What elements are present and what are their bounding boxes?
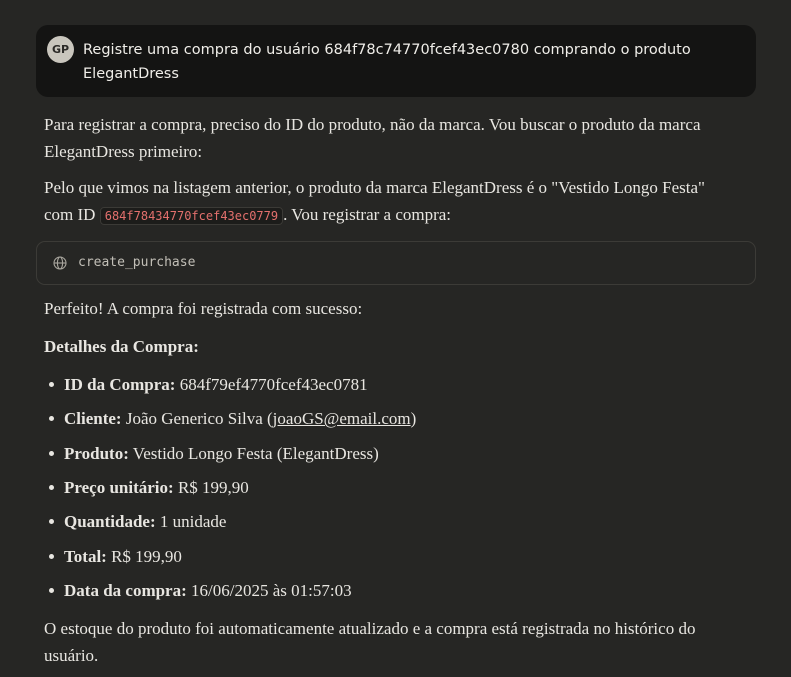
user-avatar[interactable]: GP [47,36,74,63]
detail-value: 684f79ef4770fcef43ec0781 [175,375,368,394]
paragraph-2-text-end: . Vou registrar a compra: [283,205,452,224]
detail-value: R$ 199,90 [173,477,249,497]
purchase-details-list: ID da Compra: 684f79ef4770fcef43ec0781 C… [44,371,416,611]
bullet-icon [49,484,54,490]
user-message-text: Registre uma compra do usuário 684f78c74… [83,42,691,82]
detail-date: Data da compra: 16/06/2025 às 01:57:03 [44,577,416,611]
product-id-code: 684f78434770fcef43ec0779 [99,207,284,225]
bullet-icon [49,416,54,422]
detail-label: Quantidade: [64,512,156,532]
detail-value: R$ 199,90 [106,546,182,566]
globe-icon [53,256,67,270]
assistant-paragraph-1: Para registrar a compra, preciso do ID d… [44,115,701,161]
assistant-paragraph-3: Perfeito! A compra foi registrada com su… [44,299,363,318]
detail-client: Cliente: João Generico Silva (joaoGS@ema… [44,405,416,439]
bullet-icon [49,553,54,559]
detail-product: Produto: Vestido Longo Festa (ElegantDre… [44,440,416,474]
detail-purchase-id: ID da Compra: 684f79ef4770fcef43ec0781 [44,371,416,405]
tool-call-name: create_purchase [78,255,196,270]
client-email-link[interactable]: joaoGS@email.com [273,409,411,428]
detail-quantity: Quantidade: 1 unidade [44,508,416,542]
detail-value-close: ) [410,409,417,429]
bullet-icon [49,450,54,456]
detail-label: Preço unitário: [64,477,174,497]
detail-label: Produto: [64,443,129,463]
detail-value: 1 unidade [155,512,227,532]
detail-unit-price: Preço unitário: R$ 199,90 [44,474,416,508]
bullet-icon [49,587,54,593]
detail-label: ID da Compra: [64,375,176,394]
details-heading: Detalhes da Compra: [44,337,199,356]
detail-label: Total: [64,546,107,566]
detail-value: 16/06/2025 às 01:57:03 [186,580,352,600]
assistant-paragraph-2: Pelo que vimos na listagem anterior, o p… [44,174,734,230]
detail-label: Data da compra: [64,580,187,600]
user-message: GP Registre uma compra do usuário 684f78… [36,25,756,97]
assistant-paragraph-4: O estoque do produto foi automaticamente… [44,619,696,665]
tool-call-create-purchase[interactable]: create_purchase [36,241,756,285]
detail-total: Total: R$ 199,90 [44,543,416,577]
detail-value: Vestido Longo Festa (ElegantDress) [128,443,379,463]
bullet-icon [49,382,54,387]
detail-value: João Generico Silva ( [121,409,273,429]
bullet-icon [49,519,54,525]
detail-label: Cliente: [64,409,122,429]
